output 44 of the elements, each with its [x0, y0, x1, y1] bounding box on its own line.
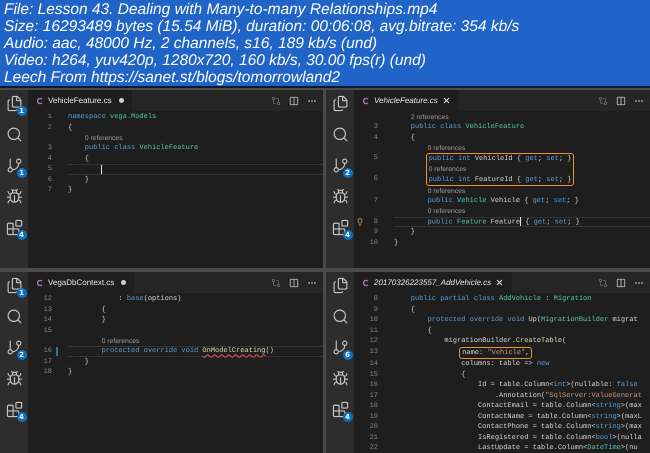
blocks-icon[interactable]: [6, 401, 22, 418]
branch-icon[interactable]: [6, 157, 22, 174]
file-type-icon: [362, 278, 370, 286]
split-editor-icon[interactable]: [289, 278, 299, 288]
file-info-line: Video: h264, yuv420p, 1280x720, 160 kb/s, 30.00 fps(r) (und): [4, 52, 427, 69]
files-icon[interactable]: [6, 277, 22, 294]
close-icon[interactable]: [495, 278, 504, 287]
lightbulb-icon[interactable]: [356, 218, 364, 226]
file-info-line: Size: 16293489 bytes (15.54 MiB), duration: 00:06:08, avg.bitrate: 354 kb/s: [4, 18, 520, 35]
branch-icon[interactable]: [332, 339, 348, 356]
search-icon[interactable]: [332, 308, 348, 325]
compare-icon[interactable]: [598, 278, 608, 288]
compare-icon[interactable]: [271, 96, 281, 106]
files-icon[interactable]: [332, 277, 348, 294]
file-info-line: Audio: aac, 48000 Hz, 2 channels, s16, 189 kb/s (und): [4, 35, 378, 52]
search-icon[interactable]: [6, 308, 22, 325]
blocks-icon[interactable]: [332, 219, 348, 236]
file-type-icon: [362, 96, 370, 104]
editor-tab[interactable]: VehicleFeature.cs: [354, 90, 459, 111]
compare-icon[interactable]: [598, 96, 608, 106]
blocks-icon[interactable]: [6, 219, 22, 236]
editor-tab[interactable]: VegaDbContext.cs: [28, 272, 134, 293]
file-info-line: File: Lesson 43. Dealing with Many-to-many Relationships.mp4: [4, 1, 438, 18]
split-editor-icon[interactable]: [289, 96, 299, 106]
file-type-icon: [36, 96, 44, 104]
close-icon[interactable]: [442, 96, 451, 105]
compare-icon[interactable]: [271, 278, 281, 288]
file-type-icon: [36, 278, 44, 286]
branch-icon[interactable]: [332, 157, 348, 174]
search-icon[interactable]: [332, 126, 348, 143]
bug-icon[interactable]: [6, 188, 22, 205]
bug-icon[interactable]: [332, 188, 348, 205]
branch-icon[interactable]: [6, 339, 22, 356]
editor-tab[interactable]: 20170326223557_AddVehicle.cs: [354, 272, 512, 293]
split-editor-icon[interactable]: [616, 96, 626, 106]
blocks-icon[interactable]: [332, 401, 348, 418]
bug-icon[interactable]: [6, 370, 22, 387]
editor-tab[interactable]: VehicleFeature.cs: [28, 90, 132, 111]
bug-icon[interactable]: [332, 370, 348, 387]
files-icon[interactable]: [6, 95, 22, 112]
files-icon[interactable]: [332, 95, 348, 112]
file-info-line: Leech From https://sanet.st/blogs/tomorrowland2: [4, 69, 341, 86]
split-editor-icon[interactable]: [616, 278, 626, 288]
search-icon[interactable]: [6, 126, 22, 143]
